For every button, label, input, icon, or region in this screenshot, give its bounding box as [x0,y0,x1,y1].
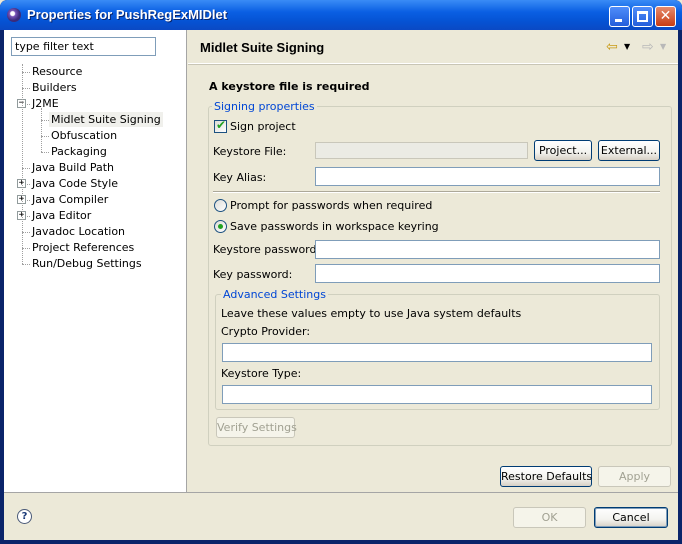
preference-tree-panel: ResourceBuilders−J2MEMidlet Suite Signin… [4,30,187,492]
dialog-client-area: ResourceBuilders−J2MEMidlet Suite Signin… [4,30,678,540]
filter-input[interactable] [11,37,156,56]
tree-item-builders[interactable]: Builders [30,80,79,95]
minimize-button[interactable] [609,6,630,27]
minimize-icon [615,19,622,22]
key-alias-field[interactable] [315,167,660,186]
key-password-label: Key password: [213,268,293,281]
radio-selected-dot [218,224,223,229]
prompt-passwords-label: Prompt for passwords when required [230,199,433,212]
crypto-provider-label: Crypto Provider: [221,325,311,338]
external-button[interactable]: External... [598,140,660,161]
prompt-passwords-radio[interactable] [214,199,227,212]
apply-button[interactable]: Apply [598,466,671,487]
properties-dialog: Properties for PushRegExMIDlet ✕ Resourc… [0,0,682,544]
tree-connector [41,120,49,121]
advanced-settings-legend: Advanced Settings [221,288,328,301]
save-passwords-label: Save passwords in workspace keyring [230,220,439,233]
tree-guide-root [22,64,23,264]
forward-arrow-icon[interactable]: ⇨ [642,39,654,55]
maximize-icon [637,11,648,22]
tree-item-j2me[interactable]: J2ME [30,96,61,111]
keystore-file-label: Keystore File: [213,145,287,158]
sign-project-checkbox[interactable]: ✔ [214,118,227,133]
advanced-note: Leave these values empty to use Java sys… [221,307,522,320]
signing-properties-legend: Signing properties [212,100,317,113]
help-icon[interactable]: ? [17,509,32,524]
tree-connector [41,136,49,137]
cancel-button[interactable]: Cancel [594,507,668,528]
signing-separator [213,191,660,193]
page-title: Midlet Suite Signing [200,40,325,55]
page-header: Midlet Suite Signing ⇦ ▼ ⇨ ▼ [188,30,678,64]
checkmark-icon: ✔ [216,118,227,132]
preference-page: Midlet Suite Signing ⇦ ▼ ⇨ ▼ A keystore … [188,30,678,492]
error-message: A keystore file is required [209,80,370,93]
back-arrow-icon[interactable]: ⇦ [606,39,618,55]
ok-button[interactable]: OK [513,507,586,528]
verify-settings-button[interactable]: Verify Settings [216,417,297,438]
key-password-field[interactable] [315,264,660,283]
restore-defaults-button[interactable]: Restore Defaults [500,466,592,487]
forward-dropdown-icon[interactable]: ▼ [660,42,666,51]
tree-guide-j2me [41,108,42,152]
tree-item-midlet-suite-signing[interactable]: Midlet Suite Signing [49,112,163,127]
tree-item-java-code-style[interactable]: Java Code Style [30,176,120,191]
tree-item-project-references[interactable]: Project References [30,240,136,255]
tree-connector [22,72,30,73]
tree-connector [41,152,49,153]
title-bar[interactable]: Properties for PushRegExMIDlet ✕ [0,0,682,30]
maximize-button[interactable] [632,6,653,27]
window-title: Properties for PushRegExMIDlet [27,7,228,22]
eclipse-icon [7,8,21,22]
bottom-separator [4,492,678,493]
close-icon: ✕ [659,8,672,24]
tree-item-packaging[interactable]: Packaging [49,144,109,159]
keystore-password-label: Keystore password: [213,243,321,256]
keystore-password-field[interactable] [315,240,660,259]
tree-item-java-editor[interactable]: Java Editor [30,208,93,223]
project-button[interactable]: Project... [534,140,592,161]
sign-project-label: Sign project [230,120,296,133]
tree-item-java-build-path[interactable]: Java Build Path [30,160,116,175]
tree-item-resource[interactable]: Resource [30,64,84,79]
tree-connector [22,232,30,233]
keystore-type-field[interactable] [222,385,652,404]
tree-connector [22,248,30,249]
save-passwords-radio[interactable] [214,220,227,233]
tree-item-java-compiler[interactable]: Java Compiler [30,192,110,207]
key-alias-label: Key Alias: [213,171,267,184]
tree-connector [22,168,30,169]
keystore-file-field[interactable] [315,142,528,159]
tree-item-run-debug-settings[interactable]: Run/Debug Settings [30,256,144,271]
tree-connector [22,264,30,265]
close-button[interactable]: ✕ [655,6,676,27]
keystore-type-label: Keystore Type: [221,367,302,380]
crypto-provider-field[interactable] [222,343,652,362]
back-dropdown-icon[interactable]: ▼ [624,42,630,51]
tree-item-javadoc-location[interactable]: Javadoc Location [30,224,127,239]
tree-item-obfuscation[interactable]: Obfuscation [49,128,119,143]
tree-connector [22,88,30,89]
